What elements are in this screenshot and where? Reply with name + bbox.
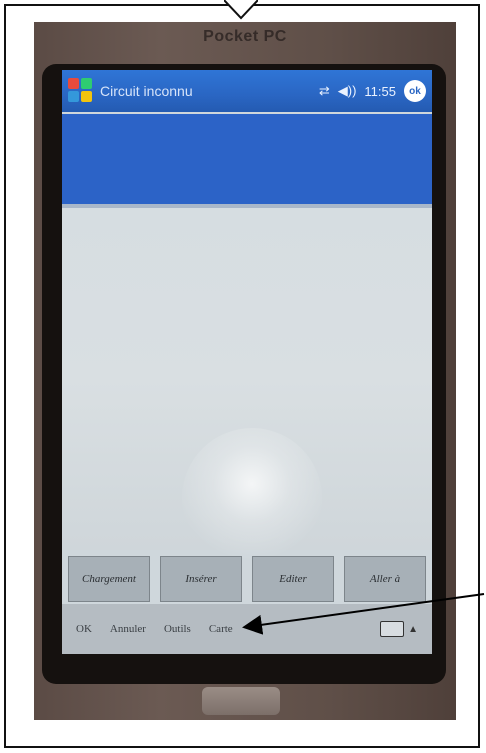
device-photo: Pocket PC Circuit inconnu ⇄ ◀)) 11:55 ok… xyxy=(34,22,456,720)
title-bar: Circuit inconnu ⇄ ◀)) 11:55 ok xyxy=(62,70,432,112)
menu-carte[interactable]: Carte xyxy=(209,623,233,635)
menu-bar: OK Annuler Outils Carte ▲ xyxy=(62,604,432,654)
menu-ok[interactable]: OK xyxy=(76,623,92,635)
volume-icon[interactable]: ◀)) xyxy=(338,83,357,99)
editer-button[interactable]: Editer xyxy=(252,556,334,602)
chargement-button[interactable]: Chargement xyxy=(68,556,150,602)
device-brand: Pocket PC xyxy=(203,28,287,45)
inserer-button[interactable]: Insérer xyxy=(160,556,242,602)
menu-annuler[interactable]: Annuler xyxy=(110,623,146,635)
keyboard-icon[interactable]: ▲ xyxy=(380,621,418,637)
header-band xyxy=(62,114,432,208)
app-title: Circuit inconnu xyxy=(100,83,193,99)
clock[interactable]: 11:55 xyxy=(364,84,396,99)
screen-glare xyxy=(182,428,322,568)
callout-notch xyxy=(224,0,258,20)
action-button-row: Chargement Insérer Editer Aller à xyxy=(62,556,432,602)
aller-a-button[interactable]: Aller à xyxy=(344,556,426,602)
hardware-home-button[interactable] xyxy=(202,687,280,715)
windows-start-icon[interactable] xyxy=(68,78,94,104)
ok-button[interactable]: ok xyxy=(404,80,426,102)
menu-outils[interactable]: Outils xyxy=(164,623,191,635)
connectivity-icon[interactable]: ⇄ xyxy=(319,83,330,99)
status-area: ⇄ ◀)) 11:55 ok xyxy=(319,80,426,102)
content-area xyxy=(62,208,432,568)
device-screen: Circuit inconnu ⇄ ◀)) 11:55 ok Chargemen… xyxy=(62,70,432,654)
